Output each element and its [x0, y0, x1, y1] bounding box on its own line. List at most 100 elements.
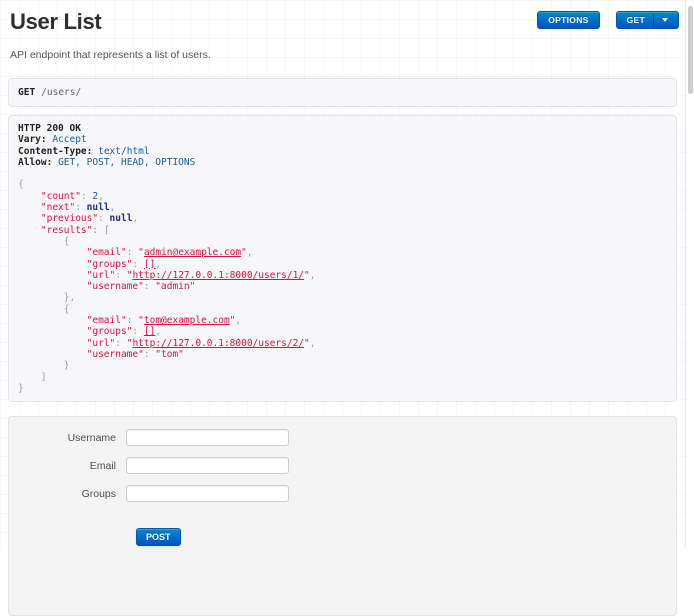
email-label: Email — [9, 460, 126, 472]
code-token: : — [132, 259, 143, 270]
code-token: HTTP 200 OK — [18, 123, 81, 134]
code-token — [18, 270, 87, 281]
get-button[interactable]: GET — [616, 11, 679, 29]
scrollbar-track[interactable] — [686, 0, 694, 549]
code-token: , — [310, 338, 316, 349]
json-link[interactable]: http://127.0.0.1:8000/users/1/ — [132, 270, 304, 281]
endpoint-description: API endpoint that represents a list of u… — [10, 49, 685, 61]
json-link[interactable]: tom@example.com — [144, 315, 230, 326]
post-button[interactable]: POST — [136, 528, 181, 546]
form-row-username: Username — [9, 429, 676, 446]
code-token: , — [110, 202, 116, 213]
code-token: } — [64, 360, 70, 371]
code-token: : — [144, 281, 155, 292]
code-token — [18, 247, 87, 258]
code-token: "count" — [41, 191, 81, 202]
code-token: "next" — [41, 202, 75, 213]
code-token: : — [132, 326, 143, 337]
code-token: Vary: — [18, 134, 47, 145]
code-token: "results" — [41, 225, 92, 236]
json-link[interactable]: [] — [144, 326, 155, 337]
code-token — [18, 304, 64, 315]
form-row-groups: Groups — [9, 485, 676, 502]
code-token: : — [98, 213, 109, 224]
email-field[interactable] — [126, 457, 289, 474]
json-link[interactable]: [] — [144, 259, 155, 270]
username-input[interactable] — [126, 429, 289, 446]
code-token: : — [127, 315, 138, 326]
post-button-label: POST — [146, 532, 171, 542]
code-token: null — [87, 202, 110, 213]
code-token: Allow: — [18, 157, 52, 168]
code-token: , — [310, 270, 316, 281]
toolbar: OPTIONS GET — [537, 11, 679, 29]
page-title: User List — [10, 9, 101, 35]
json-link[interactable]: http://127.0.0.1:8000/users/2/ — [132, 338, 304, 349]
code-token: , — [155, 259, 161, 270]
code-token: Content-Type: — [18, 146, 92, 157]
options-button[interactable]: OPTIONS — [537, 11, 599, 29]
get-dropdown-toggle[interactable] — [653, 14, 668, 26]
code-token: Accept — [52, 134, 86, 145]
json-link[interactable]: admin@example.com — [144, 247, 241, 258]
code-token — [18, 360, 64, 371]
code-token: ] — [41, 372, 47, 383]
chevron-down-icon — [662, 18, 668, 22]
username-label: Username — [9, 432, 126, 444]
request-bar: GET/users/ — [8, 78, 677, 107]
create-user-form: Username Email Groups POST — [8, 416, 677, 616]
code-token: null — [110, 213, 133, 224]
code-token: { — [64, 304, 70, 315]
code-token: "groups" — [87, 326, 133, 337]
response-block: HTTP 200 OK Vary: Accept Content-Type: t… — [8, 115, 677, 402]
code-token: , — [235, 315, 241, 326]
get-button-label: GET — [627, 15, 645, 25]
code-token: "email" — [87, 315, 127, 326]
code-token: : — [75, 202, 86, 213]
code-token — [18, 225, 41, 236]
code-token — [18, 281, 87, 292]
code-token — [18, 315, 87, 326]
code-token — [18, 372, 41, 383]
code-token: "username" — [87, 349, 144, 360]
code-token: "previous" — [41, 213, 98, 224]
code-token: : — [115, 338, 126, 349]
code-token: { — [18, 179, 24, 190]
code-token — [18, 259, 87, 270]
code-token: GET, POST, HEAD, OPTIONS — [58, 157, 195, 168]
groups-label: Groups — [9, 488, 126, 500]
code-token — [18, 213, 41, 224]
code-token: "groups" — [87, 259, 133, 270]
browsable-api-page: User List OPTIONS GET API endpoint that … — [0, 0, 686, 549]
code-token: : — [92, 225, 103, 236]
code-token — [18, 292, 64, 303]
code-token: "admin" — [155, 281, 195, 292]
options-button-label: OPTIONS — [548, 15, 588, 25]
code-token: : — [144, 349, 155, 360]
request-path: /users/ — [41, 87, 81, 98]
code-token — [18, 191, 41, 202]
code-token: : — [115, 270, 126, 281]
code-token: "username" — [87, 281, 144, 292]
response-code: HTTP 200 OK Vary: Accept Content-Type: t… — [18, 123, 667, 394]
code-token: "email" — [87, 247, 127, 258]
code-token — [18, 202, 41, 213]
code-token: , — [247, 247, 253, 258]
code-token — [18, 338, 87, 349]
groups-input[interactable] — [126, 485, 289, 502]
code-token: : — [127, 247, 138, 258]
request-method: GET — [18, 87, 35, 98]
code-token: text/html — [98, 146, 149, 157]
code-token: { — [64, 236, 70, 247]
scrollbar-thumb[interactable] — [688, 6, 693, 94]
code-token: "url" — [87, 338, 116, 349]
code-token: "tom" — [155, 349, 184, 360]
code-token: }, — [64, 292, 75, 303]
code-token: : — [81, 191, 92, 202]
code-token — [18, 236, 64, 247]
code-token — [18, 326, 87, 337]
code-token: } — [18, 383, 24, 394]
code-token: , — [98, 191, 104, 202]
code-token: , — [155, 326, 161, 337]
code-token: "url" — [87, 270, 116, 281]
